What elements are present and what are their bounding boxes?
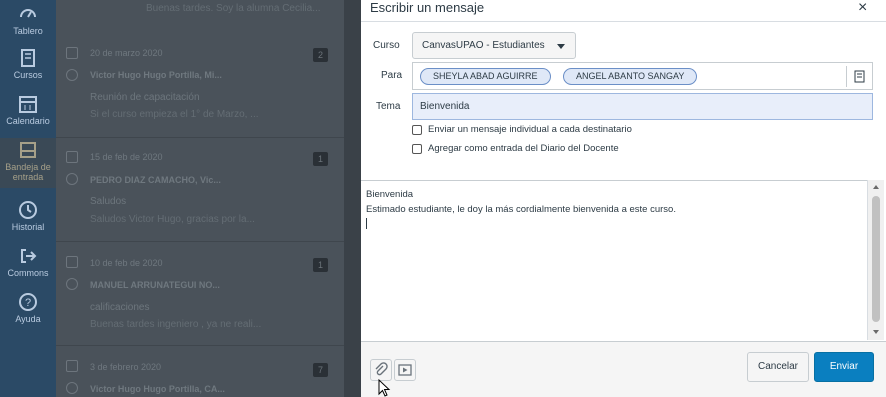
list-item[interactable]: 20 de marzo 2020 2 Victor Hugo Hugo Port… bbox=[56, 34, 348, 138]
address-book-button[interactable] bbox=[846, 66, 870, 87]
nav-item-help[interactable]: ? Ayuda bbox=[0, 292, 56, 324]
nav-item-courses[interactable]: Cursos bbox=[0, 48, 56, 80]
nav-label: Ayuda bbox=[15, 314, 41, 324]
conversation-subject: calificaciones bbox=[90, 302, 150, 313]
message-count-badge: 1 bbox=[313, 258, 328, 272]
mouse-pointer-icon bbox=[378, 379, 391, 397]
list-item[interactable]: 15 de feb de 2020 1 PEDRO DIAZ CAMACHO, … bbox=[56, 138, 348, 242]
conversation-date: 20 de marzo 2020 bbox=[90, 48, 163, 58]
close-button[interactable]: × bbox=[858, 0, 867, 17]
nav-label: Cursos bbox=[13, 70, 43, 80]
row-checkbox[interactable] bbox=[66, 151, 78, 163]
row-checkbox[interactable] bbox=[66, 47, 78, 59]
help-icon: ? bbox=[19, 293, 37, 311]
journal-entry-label: Agregar como entrada del Diario del Doce… bbox=[428, 143, 619, 154]
media-icon bbox=[398, 364, 412, 376]
nav-item-dashboard[interactable]: Tablero bbox=[0, 4, 56, 36]
nav-label: Commons bbox=[7, 268, 49, 278]
conversation-list: Buenas tardes. Soy la alumna Cecilia... … bbox=[56, 0, 348, 397]
recipients-field[interactable]: SHEYLA ABAD AGUIRRE ANGEL ABANTO SANGAY bbox=[412, 62, 873, 90]
conversation-date: 15 de feb de 2020 bbox=[90, 152, 163, 162]
message-body-scrollbar[interactable] bbox=[867, 180, 884, 340]
scroll-up-icon[interactable] bbox=[873, 185, 879, 189]
history-icon bbox=[19, 201, 37, 219]
conversation-sender: Victor Hugo Hugo Portilla, Mi... bbox=[90, 70, 222, 80]
text-cursor bbox=[366, 218, 367, 229]
compose-dialog: Escribir un mensaje × Curso CanvasUPAO -… bbox=[361, 0, 886, 397]
scrollbar-thumb[interactable] bbox=[872, 196, 880, 322]
body-line: Bienvenida bbox=[366, 189, 414, 200]
dialog-header: Escribir un mensaje × bbox=[361, 0, 886, 22]
nav-item-inbox[interactable]: Bandeja de entrada bbox=[0, 138, 56, 188]
message-body[interactable]: Bienvenida Estimado estudiante, le doy l… bbox=[361, 180, 867, 340]
dashboard-icon bbox=[20, 9, 36, 18]
to-label: Para bbox=[381, 70, 403, 81]
scroll-down-icon[interactable] bbox=[873, 330, 879, 334]
conversation-sender: Victor Hugo Hugo Portilla, CA... bbox=[90, 384, 225, 394]
conversation-sender: PEDRO DIAZ CAMACHO, Vic... bbox=[90, 175, 221, 185]
commons-icon bbox=[21, 249, 37, 263]
list-item[interactable]: 3 de febrero 2020 7 Victor Hugo Hugo Por… bbox=[56, 346, 348, 397]
unread-toggle[interactable] bbox=[66, 69, 78, 81]
journal-entry-checkbox[interactable] bbox=[412, 143, 422, 154]
nav-item-commons[interactable]: Commons bbox=[0, 246, 56, 278]
unread-toggle[interactable] bbox=[66, 382, 78, 394]
unread-toggle[interactable] bbox=[66, 278, 78, 290]
dialog-title: Escribir un mensaje bbox=[370, 0, 485, 15]
message-count-badge: 7 bbox=[313, 363, 328, 377]
inbox-icon bbox=[20, 142, 36, 158]
unread-toggle[interactable] bbox=[66, 173, 78, 185]
conversation-date: 3 de febrero 2020 bbox=[90, 362, 162, 372]
conversation-preview: Saludos Victor Hugo, gracias por la... bbox=[90, 214, 255, 225]
conversation-sender: MANUEL ARRUNATEGUI NO... bbox=[90, 280, 220, 290]
conversation-preview: Buenas tardes ingeniero , ya ne reali... bbox=[90, 319, 262, 330]
journal-entry-option[interactable]: Agregar como entrada del Diario del Doce… bbox=[412, 143, 619, 154]
conversation-date: 10 de feb de 2020 bbox=[90, 258, 163, 268]
courses-icon bbox=[21, 49, 35, 67]
row-checkbox[interactable] bbox=[66, 360, 78, 372]
subject-label: Tema bbox=[376, 101, 401, 112]
nav-item-history[interactable]: Historial bbox=[0, 200, 56, 232]
individual-message-checkbox[interactable] bbox=[412, 124, 422, 135]
message-count-badge: 1 bbox=[313, 152, 328, 166]
recipient-token[interactable]: ANGEL ABANTO SANGAY bbox=[563, 68, 698, 85]
nav-item-calendar[interactable]: Calendario bbox=[0, 94, 56, 126]
dialog-footer: Cancelar Enviar bbox=[361, 341, 886, 397]
cancel-button[interactable]: Cancelar bbox=[747, 352, 809, 382]
list-item[interactable]: 10 de feb de 2020 1 MANUEL ARRUNATEGUI N… bbox=[56, 242, 348, 346]
attach-file-button[interactable] bbox=[370, 359, 392, 381]
recipient-token[interactable]: SHEYLA ABAD AGUIRRE bbox=[420, 68, 551, 85]
row-checkbox[interactable] bbox=[66, 256, 78, 268]
conversation-preview: Si el curso empieza el 1° de Marzo, ... bbox=[90, 109, 259, 120]
nav-label: Calendario bbox=[6, 116, 50, 126]
calendar-icon bbox=[19, 96, 37, 113]
conversation-subject: Saludos bbox=[90, 196, 127, 207]
body-line: Estimado estudiante, le doy la más cordi… bbox=[366, 204, 676, 215]
course-select-value: CanvasUPAO - Estudiantes bbox=[422, 40, 545, 51]
nav-label: Historial bbox=[11, 222, 45, 232]
course-label: Curso bbox=[373, 40, 400, 51]
send-button[interactable]: Enviar bbox=[814, 352, 874, 382]
svg-text:?: ? bbox=[25, 297, 31, 309]
record-media-button[interactable] bbox=[394, 359, 416, 381]
list-item-preview: Buenas tardes. Soy la alumna Cecilia... bbox=[146, 3, 321, 14]
individual-message-label: Enviar un mensaje individual a cada dest… bbox=[428, 124, 632, 135]
individual-message-option[interactable]: Enviar un mensaje individual a cada dest… bbox=[412, 124, 632, 135]
paperclip-icon bbox=[375, 362, 388, 376]
message-count-badge: 2 bbox=[313, 48, 328, 62]
nav-label: Bandeja de entrada bbox=[5, 162, 51, 182]
list-scrollbar[interactable] bbox=[344, 0, 361, 397]
global-nav: Tablero Cursos Calendario Bandeja de ent… bbox=[0, 0, 56, 397]
subject-input[interactable]: Bienvenida bbox=[412, 93, 873, 120]
address-book-icon bbox=[854, 70, 865, 83]
nav-label: Tablero bbox=[13, 26, 43, 36]
caret-down-icon bbox=[557, 44, 565, 49]
conversation-subject: Reunión de capacitación bbox=[90, 92, 200, 103]
course-select[interactable]: CanvasUPAO - Estudiantes bbox=[412, 32, 576, 59]
